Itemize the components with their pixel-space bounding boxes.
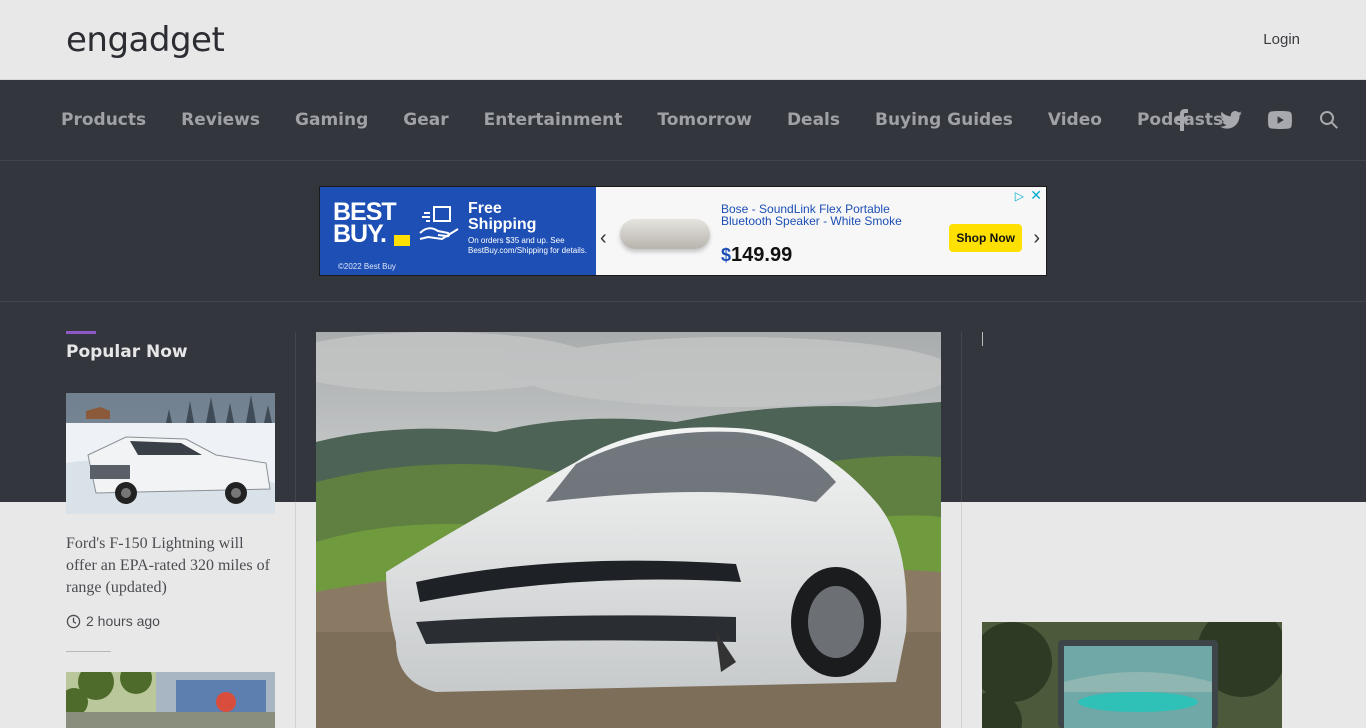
ad-brand-panel[interactable]: BEST BUY. Free Shipping On orders $35 and…	[320, 187, 596, 275]
adchoices-icon[interactable]: ▷	[1015, 189, 1024, 203]
shipping-icon	[419, 206, 459, 241]
ad-headline: Free Shipping	[468, 200, 537, 233]
clock-icon	[66, 614, 81, 628]
nav-item-reviews[interactable]: Reviews	[181, 110, 260, 130]
twitter-icon[interactable]	[1218, 107, 1244, 133]
nav-item-deals[interactable]: Deals	[787, 110, 840, 130]
nav-item-entertainment[interactable]: Entertainment	[484, 110, 623, 130]
engadget-logo[interactable]: engadget	[66, 20, 225, 60]
chevron-right-icon[interactable]: ›	[1033, 227, 1040, 250]
search-icon[interactable]	[1316, 107, 1342, 133]
close-icon[interactable]: ✕	[1030, 187, 1042, 204]
divider	[0, 301, 1366, 302]
ad-banner[interactable]: BEST BUY. Free Shipping On orders $35 and…	[319, 186, 1047, 276]
article-timestamp: 2 hours ago	[66, 613, 160, 629]
ad-product-title[interactable]: Bose - SoundLink Flex Portable Bluetooth…	[721, 203, 931, 227]
article-thumbnail-truck[interactable]	[66, 393, 275, 514]
main-nav: Products Reviews Gaming Gear Entertainme…	[0, 80, 1366, 161]
bestbuy-logo: BEST BUY.	[333, 198, 397, 248]
article-headline[interactable]: Ford's F-150 Lightning will offer an EPA…	[66, 533, 278, 599]
nav-item-gear[interactable]: Gear	[403, 110, 448, 130]
popular-now-heading: Popular Now	[66, 342, 188, 362]
bestbuy-tag-icon	[394, 235, 410, 246]
nav-item-gaming[interactable]: Gaming	[295, 110, 368, 130]
column-divider	[961, 502, 962, 728]
youtube-icon[interactable]	[1267, 107, 1293, 133]
ad-copyright: ©2022 Best Buy	[338, 262, 396, 271]
article-thumbnail-google[interactable]	[66, 672, 275, 728]
text-cursor	[982, 332, 983, 346]
nav-item-tomorrow[interactable]: Tomorrow	[657, 110, 752, 130]
ad-price: $149.99	[721, 244, 793, 266]
ad-product-panel[interactable]: ‹ Bose - SoundLink Flex Portable Bluetoo…	[596, 187, 1046, 275]
column-divider	[295, 502, 296, 728]
chevron-left-icon[interactable]: ‹	[600, 227, 607, 250]
ad-fine-print: On orders $35 and up. See BestBuy.com/Sh…	[468, 236, 588, 255]
column-divider	[961, 332, 962, 502]
shop-now-button[interactable]: Shop Now	[949, 224, 1022, 252]
login-link[interactable]: Login	[1263, 31, 1300, 48]
facebook-icon[interactable]	[1169, 107, 1195, 133]
speaker-image[interactable]	[620, 219, 710, 249]
article-thumbnail-laptop[interactable]	[982, 622, 1282, 728]
nav-item-buying-guides[interactable]: Buying Guides	[875, 110, 1013, 130]
nav-item-products[interactable]: Products	[61, 110, 146, 130]
site-header: engadget Login	[0, 0, 1366, 80]
section-accent	[66, 331, 96, 334]
hero-image-lucid-air[interactable]	[316, 332, 941, 728]
divider	[66, 651, 111, 652]
nav-item-video[interactable]: Video	[1048, 110, 1102, 130]
